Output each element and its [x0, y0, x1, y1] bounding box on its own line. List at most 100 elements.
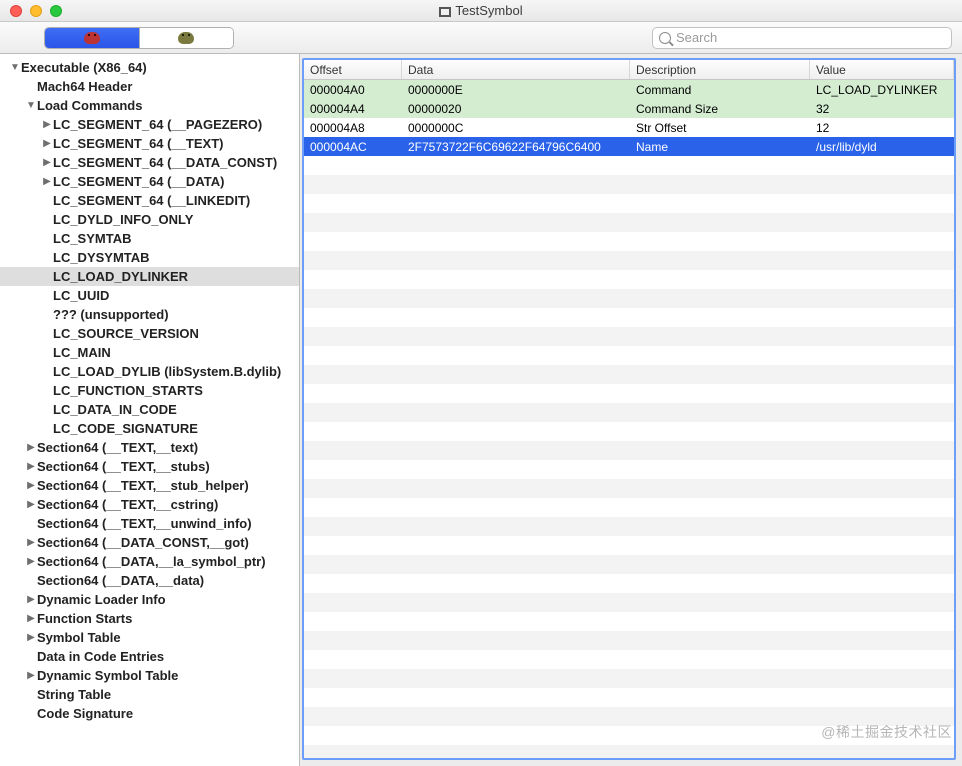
table-row[interactable]: 000004A400000020Command Size32 — [304, 99, 954, 118]
tree-node[interactable]: ▶LC_SEGMENT_64 (__TEXT) — [0, 134, 299, 153]
table-row-empty — [304, 650, 954, 669]
cell-desc: Name — [630, 140, 810, 154]
tree-node-label: Load Commands — [37, 98, 142, 113]
chevron-right-icon[interactable]: ▶ — [26, 442, 36, 453]
chevron-right-icon[interactable]: ▶ — [26, 594, 36, 605]
table-row[interactable]: 000004A00000000ECommandLC_LOAD_DYLINKER — [304, 80, 954, 99]
chevron-down-icon[interactable]: ▼ — [26, 100, 36, 111]
chevron-right-icon[interactable]: ▶ — [26, 556, 36, 567]
tree-node-label: LC_SEGMENT_64 (__TEXT) — [53, 136, 224, 151]
tree-node-label: Section64 (__DATA_CONST,__got) — [37, 535, 249, 550]
chevron-right-icon[interactable]: ▶ — [26, 537, 36, 548]
col-data[interactable]: Data — [402, 60, 630, 79]
table-row[interactable]: 000004AC2F7573722F6C69622F64796C6400Name… — [304, 137, 954, 156]
tree-node[interactable]: LC_DYSYMTAB — [0, 248, 299, 267]
tree-node[interactable]: ▶LC_SEGMENT_64 (__DATA_CONST) — [0, 153, 299, 172]
tree-node[interactable]: LC_DATA_IN_CODE — [0, 400, 299, 419]
chevron-right-icon[interactable]: ▶ — [42, 138, 52, 149]
table-row-empty — [304, 403, 954, 422]
tree-node[interactable]: Code Signature — [0, 704, 299, 723]
chevron-right-icon[interactable]: ▶ — [26, 670, 36, 681]
tree-node-label: LC_DATA_IN_CODE — [53, 402, 177, 417]
tree-node[interactable]: ▶LC_SEGMENT_64 (__PAGEZERO) — [0, 115, 299, 134]
tree-node[interactable]: String Table — [0, 685, 299, 704]
cell-data: 0000000E — [402, 83, 630, 97]
chevron-right-icon[interactable]: ▶ — [26, 480, 36, 491]
tree-node[interactable]: ▼Load Commands — [0, 96, 299, 115]
tree-node[interactable]: ▶Dynamic Symbol Table — [0, 666, 299, 685]
table-row-empty — [304, 213, 954, 232]
view-mode-segment[interactable] — [44, 27, 234, 49]
tree-node[interactable]: ▶Dynamic Loader Info — [0, 590, 299, 609]
tree-node[interactable]: ▶Section64 (__TEXT,__text) — [0, 438, 299, 457]
search-input[interactable]: Search — [652, 27, 952, 49]
view-mode-b[interactable] — [139, 28, 234, 48]
tree-node-label: LC_UUID — [53, 288, 109, 303]
tree-node[interactable]: LC_SOURCE_VERSION — [0, 324, 299, 343]
tree-node[interactable]: LC_SYMTAB — [0, 229, 299, 248]
tree-node[interactable]: ▶Symbol Table — [0, 628, 299, 647]
chevron-right-icon[interactable]: ▶ — [42, 176, 52, 187]
tree-node[interactable]: LC_CODE_SIGNATURE — [0, 419, 299, 438]
tree-node[interactable]: ▶Function Starts — [0, 609, 299, 628]
tree-node[interactable]: ??? (unsupported) — [0, 305, 299, 324]
outline-sidebar[interactable]: ▼Executable (X86_64)Mach64 Header▼Load C… — [0, 54, 300, 766]
app-icon — [439, 7, 451, 17]
table-row-empty — [304, 156, 954, 175]
chevron-right-icon[interactable]: ▶ — [26, 499, 36, 510]
table-row-empty — [304, 270, 954, 289]
tree-node[interactable]: ▼Executable (X86_64) — [0, 58, 299, 77]
toolbar: Search — [0, 22, 962, 54]
tree-node[interactable]: ▶Section64 (__DATA,__la_symbol_ptr) — [0, 552, 299, 571]
tree-node[interactable]: ▶Section64 (__TEXT,__cstring) — [0, 495, 299, 514]
tree-node[interactable]: Section64 (__DATA,__data) — [0, 571, 299, 590]
tree-node[interactable]: Data in Code Entries — [0, 647, 299, 666]
tree-node[interactable]: ▶Section64 (__DATA_CONST,__got) — [0, 533, 299, 552]
tree-node[interactable]: LC_SEGMENT_64 (__LINKEDIT) — [0, 191, 299, 210]
tree-node[interactable]: ▶Section64 (__TEXT,__stub_helper) — [0, 476, 299, 495]
table-row-empty — [304, 194, 954, 213]
tree-node[interactable]: LC_MAIN — [0, 343, 299, 362]
tree-node[interactable]: LC_LOAD_DYLIB (libSystem.B.dylib) — [0, 362, 299, 381]
table-row[interactable]: 000004A80000000CStr Offset12 — [304, 118, 954, 137]
chevron-right-icon[interactable]: ▶ — [26, 461, 36, 472]
chevron-right-icon[interactable]: ▶ — [26, 632, 36, 643]
table-body[interactable]: 000004A00000000ECommandLC_LOAD_DYLINKER0… — [304, 80, 954, 758]
tree-node[interactable]: ▶Section64 (__TEXT,__stubs) — [0, 457, 299, 476]
cell-value: 32 — [810, 102, 954, 116]
tree-node-label: LC_SEGMENT_64 (__DATA_CONST) — [53, 155, 277, 170]
table-row-empty — [304, 441, 954, 460]
chevron-down-icon[interactable]: ▼ — [10, 62, 20, 73]
tree-node[interactable]: LC_UUID — [0, 286, 299, 305]
cell-data: 00000020 — [402, 102, 630, 116]
view-mode-a[interactable] — [45, 28, 139, 48]
search-placeholder: Search — [676, 30, 717, 45]
col-value[interactable]: Value — [810, 60, 954, 79]
tree-node-label: LC_DYLD_INFO_ONLY — [53, 212, 193, 227]
cell-offset: 000004A0 — [304, 83, 402, 97]
table-row-empty — [304, 574, 954, 593]
chevron-right-icon[interactable]: ▶ — [42, 119, 52, 130]
tree-node[interactable]: ▶LC_SEGMENT_64 (__DATA) — [0, 172, 299, 191]
table-row-empty — [304, 308, 954, 327]
tree-node[interactable]: Mach64 Header — [0, 77, 299, 96]
tree-node-label: LC_MAIN — [53, 345, 111, 360]
tree-node-label: LC_SEGMENT_64 (__DATA) — [53, 174, 224, 189]
cell-desc: Str Offset — [630, 121, 810, 135]
window-title-text: TestSymbol — [455, 3, 522, 18]
table-row-empty — [304, 232, 954, 251]
table-row-empty — [304, 384, 954, 403]
search-icon — [659, 32, 671, 44]
col-offset[interactable]: Offset — [304, 60, 402, 79]
col-description[interactable]: Description — [630, 60, 810, 79]
table-row-empty — [304, 460, 954, 479]
table-row-empty — [304, 346, 954, 365]
tree-node-label: Section64 (__TEXT,__stub_helper) — [37, 478, 249, 493]
tree-node[interactable]: Section64 (__TEXT,__unwind_info) — [0, 514, 299, 533]
chevron-right-icon[interactable]: ▶ — [42, 157, 52, 168]
tree-node[interactable]: LC_LOAD_DYLINKER — [0, 267, 299, 286]
table-row-empty — [304, 289, 954, 308]
tree-node[interactable]: LC_FUNCTION_STARTS — [0, 381, 299, 400]
tree-node[interactable]: LC_DYLD_INFO_ONLY — [0, 210, 299, 229]
chevron-right-icon[interactable]: ▶ — [26, 613, 36, 624]
